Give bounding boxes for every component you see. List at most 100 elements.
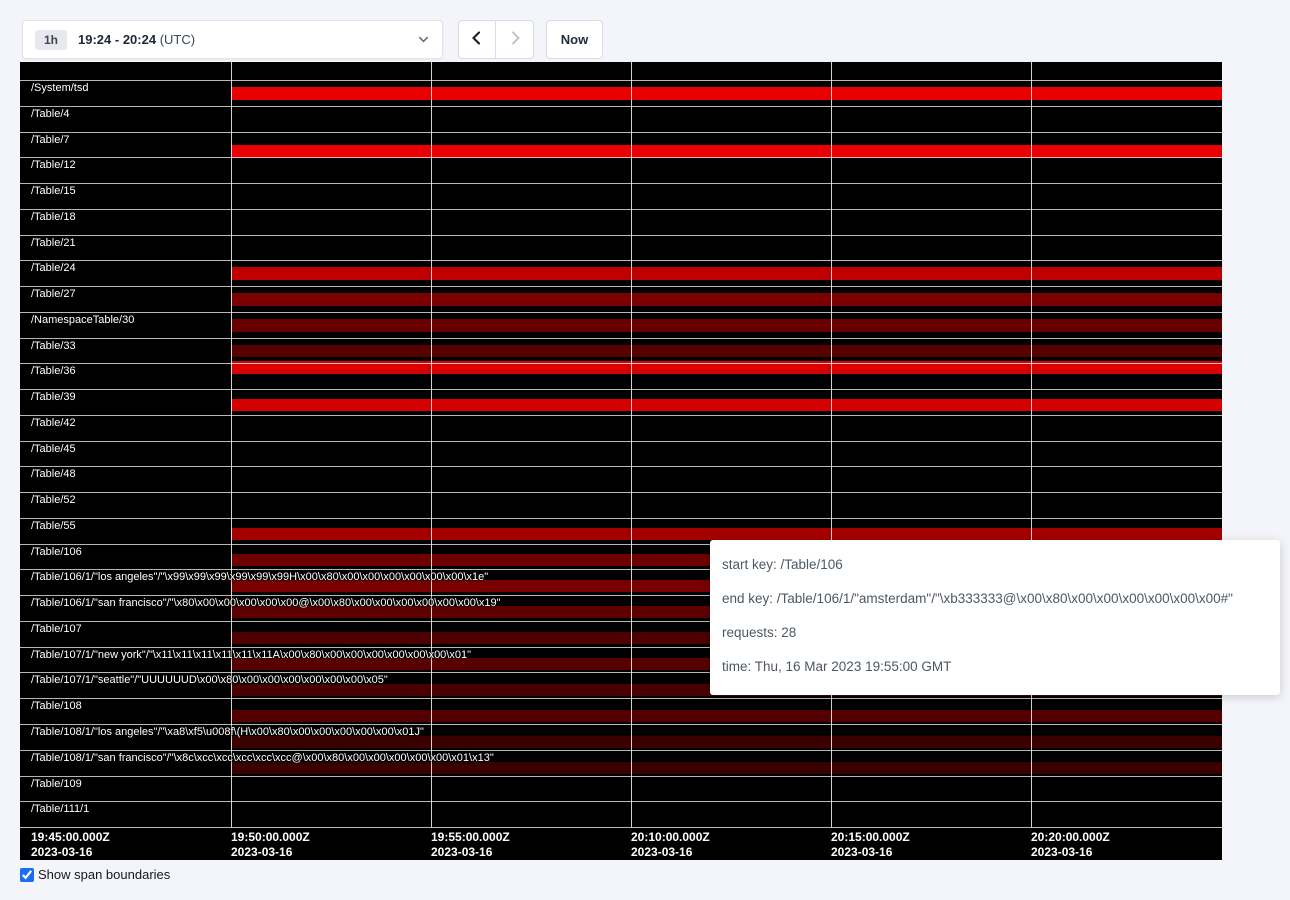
time-range-select[interactable]: 1h 19:24 - 20:24 (UTC) bbox=[22, 20, 443, 59]
time-gridline bbox=[431, 62, 432, 827]
tooltip-start-key: start key: /Table/106 bbox=[722, 556, 1268, 573]
x-axis-date: 2023-03-16 bbox=[31, 845, 110, 860]
span-key-label: /Table/108/1/"los angeles"/"\xa8\xf5\u00… bbox=[31, 726, 424, 738]
chevron-down-icon bbox=[417, 33, 430, 46]
tooltip-time: time: Thu, 16 Mar 2023 19:55:00 GMT bbox=[722, 658, 1268, 675]
span-key-label: /Table/42 bbox=[31, 417, 76, 429]
toolbar: 1h 19:24 - 20:24 (UTC) Now bbox=[22, 20, 603, 59]
span-key-label: /Table/107/1/"seattle"/"UUUUUUD\x00\x80\… bbox=[31, 674, 388, 686]
span-key-label: /Table/18 bbox=[31, 211, 76, 223]
span-boundary-line bbox=[20, 441, 1222, 442]
span-boundary-line bbox=[20, 286, 1222, 287]
span-boundary-line bbox=[20, 312, 1222, 313]
span-key-label: /Table/106/1/"san francisco"/"\x80\x00\x… bbox=[31, 597, 501, 609]
x-axis-label: 19:50:00.000Z2023-03-16 bbox=[231, 830, 310, 860]
tooltip-requests: requests: 28 bbox=[722, 624, 1268, 641]
x-axis-label: 19:45:00.000Z2023-03-16 bbox=[31, 830, 110, 860]
time-range-value: 19:24 - 20:24 bbox=[78, 32, 156, 47]
span-boundary-line bbox=[20, 209, 1222, 210]
span-key-label: /Table/109 bbox=[31, 778, 82, 790]
span-key-label: /Table/55 bbox=[31, 520, 76, 532]
span-boundary-line bbox=[20, 698, 1222, 699]
span-boundary-line bbox=[20, 157, 1222, 158]
span-boundary-line bbox=[20, 235, 1222, 236]
span-boundary-line bbox=[20, 183, 1222, 184]
span-key-label: /Table/107 bbox=[31, 623, 82, 635]
span-key-label: /Table/4 bbox=[31, 108, 70, 120]
time-gridline bbox=[831, 62, 832, 827]
heat-band[interactable] bbox=[231, 399, 1222, 411]
chevron-right-icon bbox=[507, 30, 523, 49]
span-boundary-line bbox=[20, 389, 1222, 390]
x-axis-label: 20:10:00.000Z2023-03-16 bbox=[631, 830, 710, 860]
span-boundary-line bbox=[20, 827, 1222, 828]
time-gridline bbox=[1031, 62, 1032, 827]
duration-badge: 1h bbox=[35, 30, 67, 50]
span-key-label: /Table/27 bbox=[31, 288, 76, 300]
x-axis-time: 20:10:00.000Z bbox=[631, 830, 710, 845]
x-axis-time: 19:50:00.000Z bbox=[231, 830, 310, 845]
span-key-label: /Table/108/1/"san francisco"/"\x8c\xcc\x… bbox=[31, 752, 494, 764]
x-axis-date: 2023-03-16 bbox=[431, 845, 510, 860]
heat-band[interactable] bbox=[231, 293, 1222, 306]
next-range-button[interactable] bbox=[496, 20, 534, 59]
x-axis-date: 2023-03-16 bbox=[631, 845, 710, 860]
time-gridline bbox=[631, 62, 632, 827]
span-boundary-line bbox=[20, 106, 1222, 107]
span-boundary-line bbox=[20, 80, 1222, 81]
show-span-boundaries-checkbox[interactable] bbox=[20, 868, 34, 882]
span-boundary-line bbox=[20, 801, 1222, 802]
span-key-label: /Table/12 bbox=[31, 159, 76, 171]
x-axis-label: 20:15:00.000Z2023-03-16 bbox=[831, 830, 910, 860]
x-axis-time: 20:15:00.000Z bbox=[831, 830, 910, 845]
span-key-label: /Table/39 bbox=[31, 391, 76, 403]
tooltip-end-key: end key: /Table/106/1/"amsterdam"/"\xb33… bbox=[722, 590, 1268, 607]
x-axis-label: 20:20:00.000Z2023-03-16 bbox=[1031, 830, 1110, 860]
span-boundary-line bbox=[20, 260, 1222, 261]
heat-band[interactable] bbox=[231, 528, 1222, 540]
time-range-label: 19:24 - 20:24 (UTC) bbox=[78, 32, 195, 47]
prev-range-button[interactable] bbox=[458, 20, 496, 59]
span-boundary-line bbox=[20, 492, 1222, 493]
span-boundary-line bbox=[20, 518, 1222, 519]
heat-band[interactable] bbox=[231, 267, 1222, 280]
span-boundary-line bbox=[20, 363, 1222, 364]
span-key-label: /Table/15 bbox=[31, 185, 76, 197]
span-key-label: /Table/45 bbox=[31, 443, 76, 455]
span-key-label: /Table/33 bbox=[31, 340, 76, 352]
footer: Show span boundaries bbox=[20, 867, 170, 882]
show-span-boundaries-label: Show span boundaries bbox=[38, 867, 170, 882]
time-gridline bbox=[231, 62, 232, 827]
heat-band[interactable] bbox=[231, 710, 1222, 722]
x-axis-date: 2023-03-16 bbox=[831, 845, 910, 860]
key-visualizer-canvas[interactable]: /System/tsd/Table/4/Table/7/Table/12/Tab… bbox=[20, 62, 1222, 860]
x-axis-date: 2023-03-16 bbox=[231, 845, 310, 860]
span-key-label: /Table/107/1/"new york"/"\x11\x11\x11\x1… bbox=[31, 649, 471, 661]
span-boundary-line bbox=[20, 750, 1222, 751]
span-key-label: /Table/52 bbox=[31, 494, 76, 506]
heat-band[interactable] bbox=[231, 87, 1222, 100]
now-button[interactable]: Now bbox=[546, 20, 603, 59]
x-axis-label: 19:55:00.000Z2023-03-16 bbox=[431, 830, 510, 860]
span-boundary-line bbox=[20, 466, 1222, 467]
span-key-label: /NamespaceTable/30 bbox=[31, 314, 134, 326]
x-axis-time: 19:55:00.000Z bbox=[431, 830, 510, 845]
span-boundary-line bbox=[20, 132, 1222, 133]
hover-tooltip: start key: /Table/106 end key: /Table/10… bbox=[710, 540, 1280, 695]
span-key-label: /Table/7 bbox=[31, 134, 70, 146]
span-boundary-line bbox=[20, 415, 1222, 416]
time-nav-group bbox=[458, 20, 534, 59]
span-boundary-line bbox=[20, 724, 1222, 725]
span-key-label: /Table/108 bbox=[31, 700, 82, 712]
span-key-label: /Table/24 bbox=[31, 262, 76, 274]
chevron-left-icon bbox=[469, 30, 485, 49]
span-key-label: /Table/106/1/"los angeles"/"\x99\x99\x99… bbox=[31, 571, 488, 583]
x-axis-time: 20:20:00.000Z bbox=[1031, 830, 1110, 845]
span-boundary-line bbox=[20, 776, 1222, 777]
span-key-label: /System/tsd bbox=[31, 82, 88, 94]
heat-band[interactable] bbox=[231, 345, 1222, 357]
span-key-label: /Table/21 bbox=[31, 237, 76, 249]
heat-band[interactable] bbox=[231, 319, 1222, 332]
x-axis-date: 2023-03-16 bbox=[1031, 845, 1110, 860]
span-key-label: /Table/48 bbox=[31, 468, 76, 480]
